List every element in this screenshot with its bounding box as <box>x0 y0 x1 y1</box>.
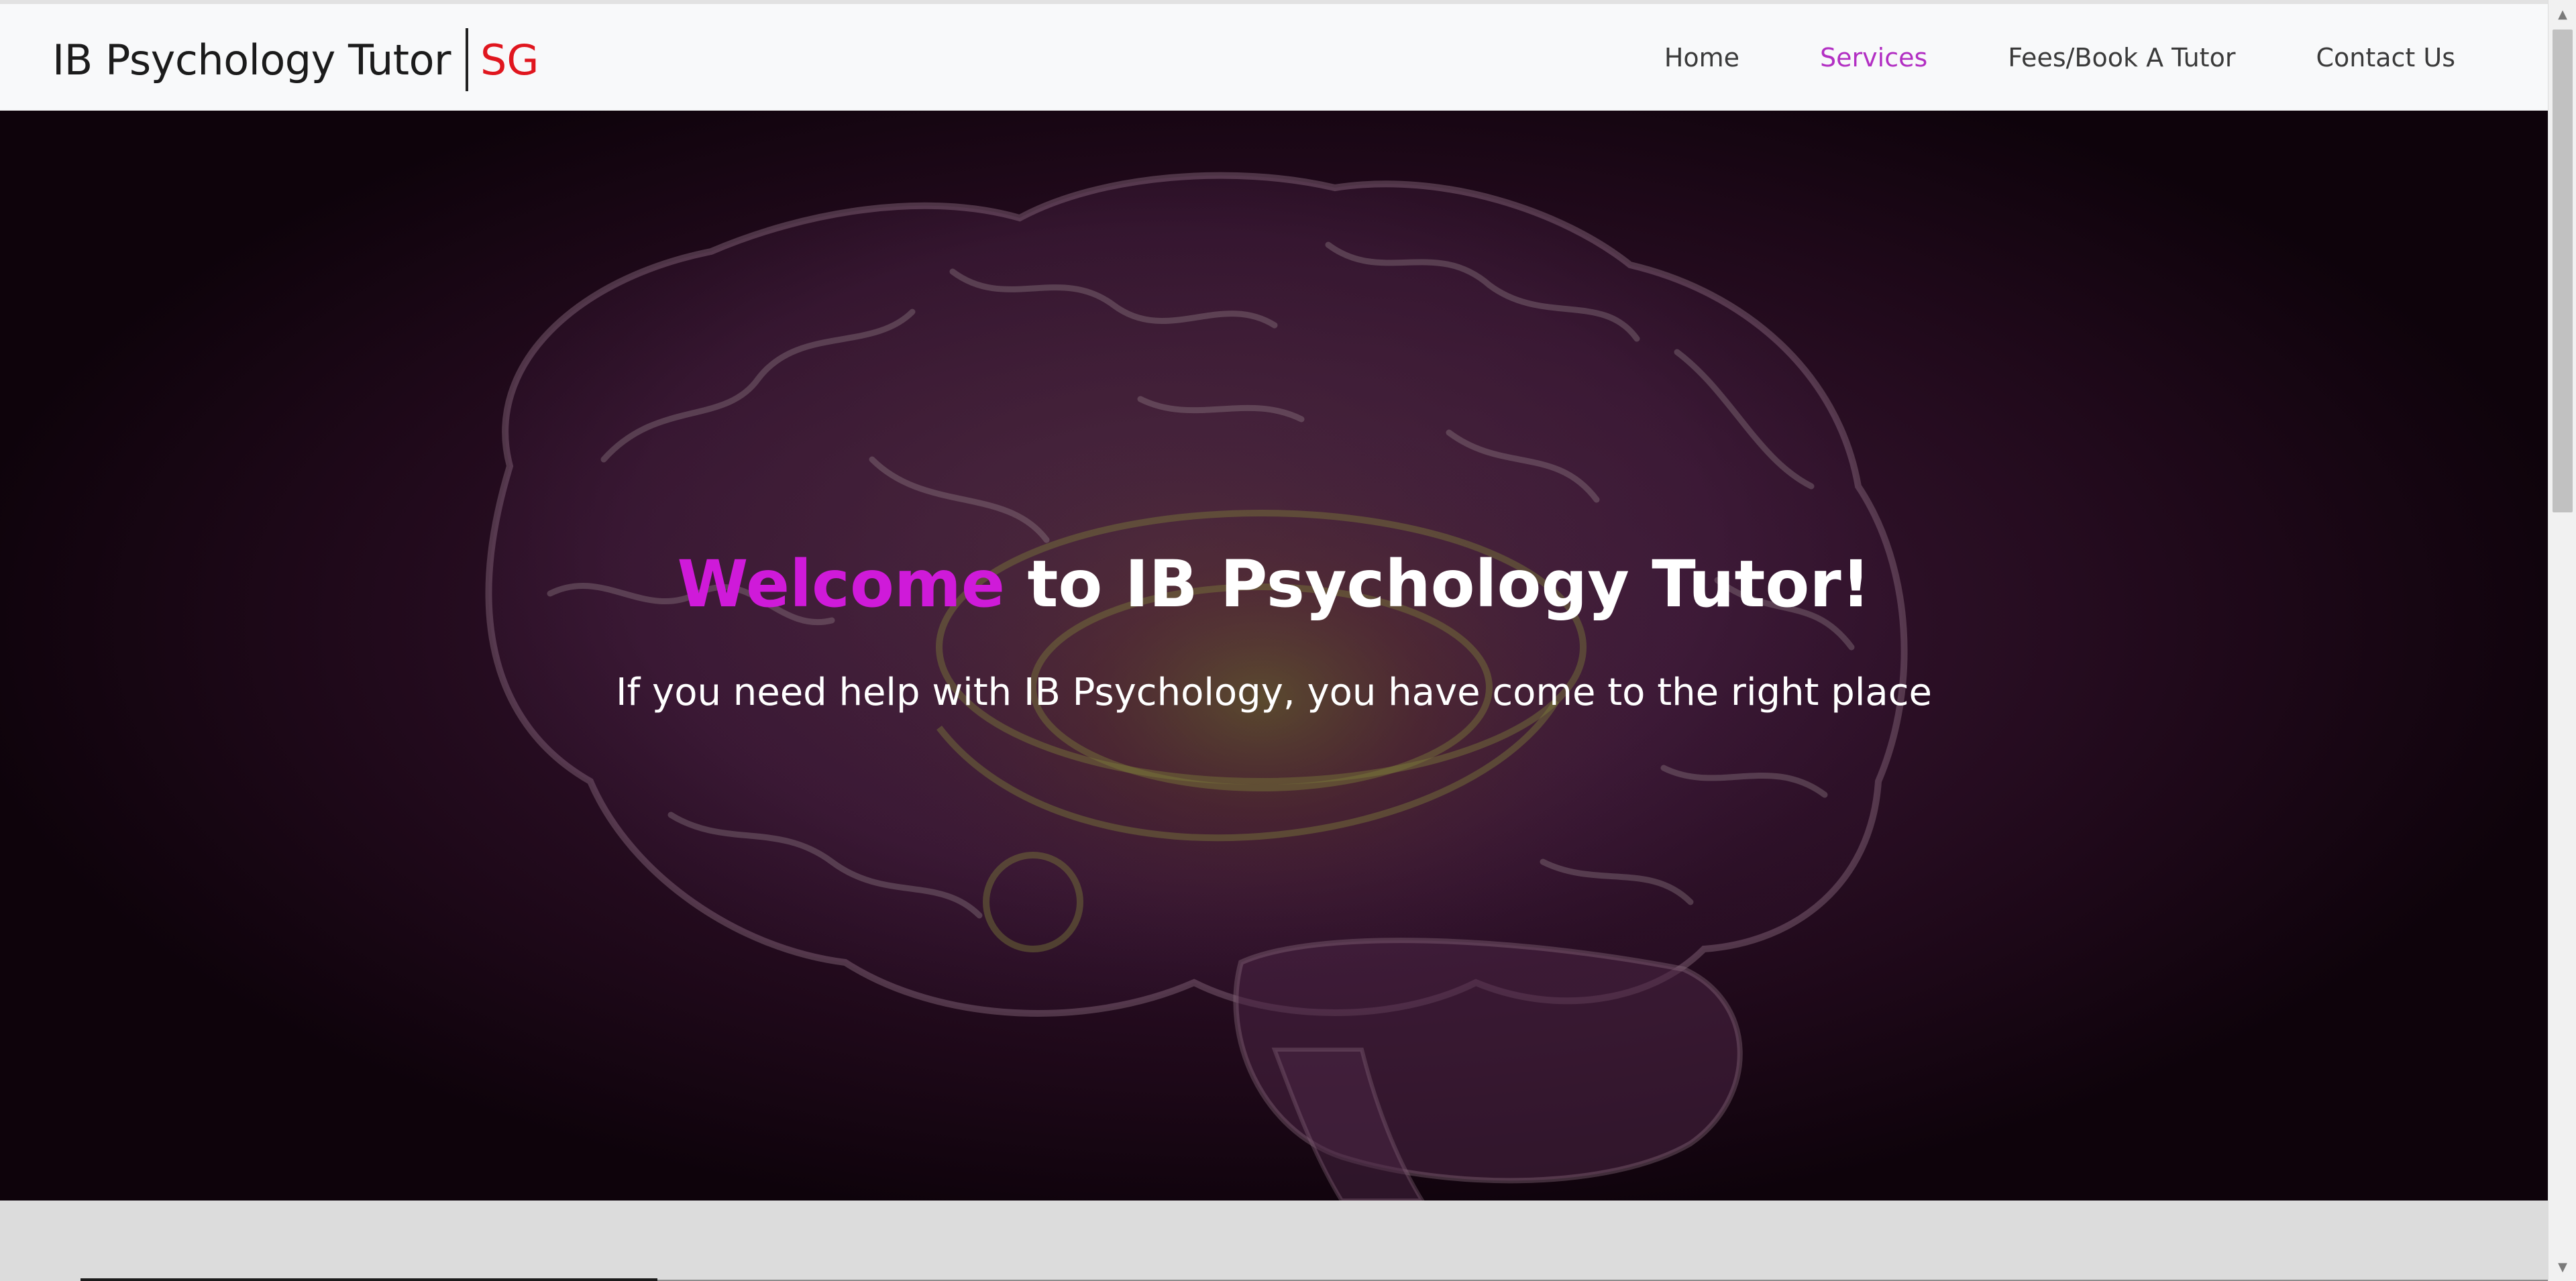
hero-subtitle: If you need help with IB Psychology, you… <box>616 671 1932 714</box>
nav-links: Home Services Fees/Book A Tutor Contact … <box>1584 4 2455 111</box>
section-divider <box>80 1278 657 1281</box>
page-scrollbar[interactable]: ▲ ▼ <box>2548 0 2576 1281</box>
nav-link-home[interactable]: Home <box>1664 43 1739 72</box>
navbar: IB Psychology Tutor SG Home Services Fee… <box>0 4 2548 111</box>
hero-section: Welcome to IB Psychology Tutor! If you n… <box>0 111 2548 1201</box>
hero-title-accent: Welcome <box>677 547 1006 622</box>
brand-logo[interactable]: IB Psychology Tutor SG <box>52 28 539 91</box>
nav-link-fees-book-a-tutor[interactable]: Fees/Book A Tutor <box>2008 43 2235 72</box>
brain-illustration <box>485 172 1908 1201</box>
nav-link-services[interactable]: Services <box>1820 43 1927 72</box>
brand-suffix: SG <box>480 35 539 85</box>
arrow-up-icon[interactable]: ▲ <box>2548 0 2576 28</box>
browser-viewport: IB Psychology Tutor SG Home Services Fee… <box>0 0 2548 1281</box>
nav-link-contact-us[interactable]: Contact Us <box>2316 43 2455 72</box>
hero-title: Welcome to IB Psychology Tutor! <box>0 547 2548 622</box>
hero-title-rest: to IB Psychology Tutor! <box>1005 547 1871 622</box>
brand-name: IB Psychology Tutor <box>52 35 451 85</box>
next-section-strip <box>0 1201 2548 1281</box>
brand-divider <box>466 28 469 91</box>
arrow-down-icon[interactable]: ▼ <box>2548 1253 2576 1281</box>
scrollbar-thumb[interactable] <box>2553 30 2573 512</box>
